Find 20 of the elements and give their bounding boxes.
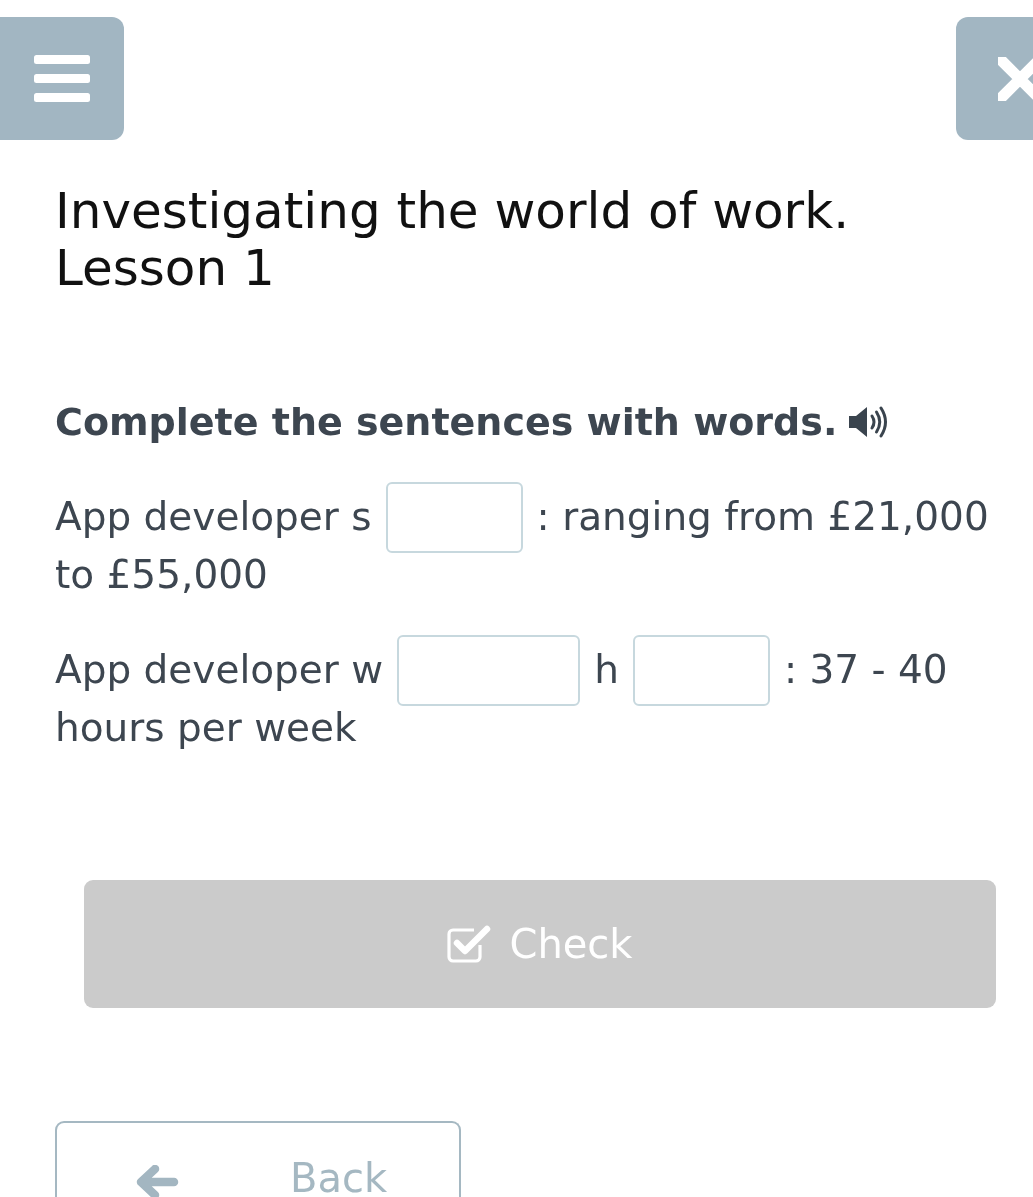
task-instruction: Complete the sentences with words.: [55, 399, 838, 445]
arrow-left-icon: [135, 1165, 179, 1197]
back-button[interactable]: Back: [55, 1121, 461, 1197]
sentence-text: hours per week: [55, 704, 357, 752]
sentence-text: to £55,000: [55, 551, 268, 599]
checkbox-check-icon: [447, 924, 492, 964]
answer-box[interactable]: [385, 481, 523, 553]
sentence-text: : ranging from £21,000: [536, 493, 989, 541]
sentence-text: h: [594, 646, 619, 694]
close-button[interactable]: [956, 17, 1033, 140]
speaker-icon[interactable]: [847, 404, 890, 440]
sentence-text: App developer w: [55, 646, 384, 694]
menu-button[interactable]: [0, 17, 124, 140]
answer-box[interactable]: [397, 634, 581, 706]
close-icon: [998, 56, 1033, 101]
menu-icon: [34, 55, 90, 102]
lesson-title: Investigating the world of work. Lesson 1: [55, 183, 851, 297]
answer-box[interactable]: [632, 634, 770, 706]
sentence-text: : 37 - 40: [783, 646, 948, 694]
sentence-text: App developer s: [55, 493, 372, 541]
